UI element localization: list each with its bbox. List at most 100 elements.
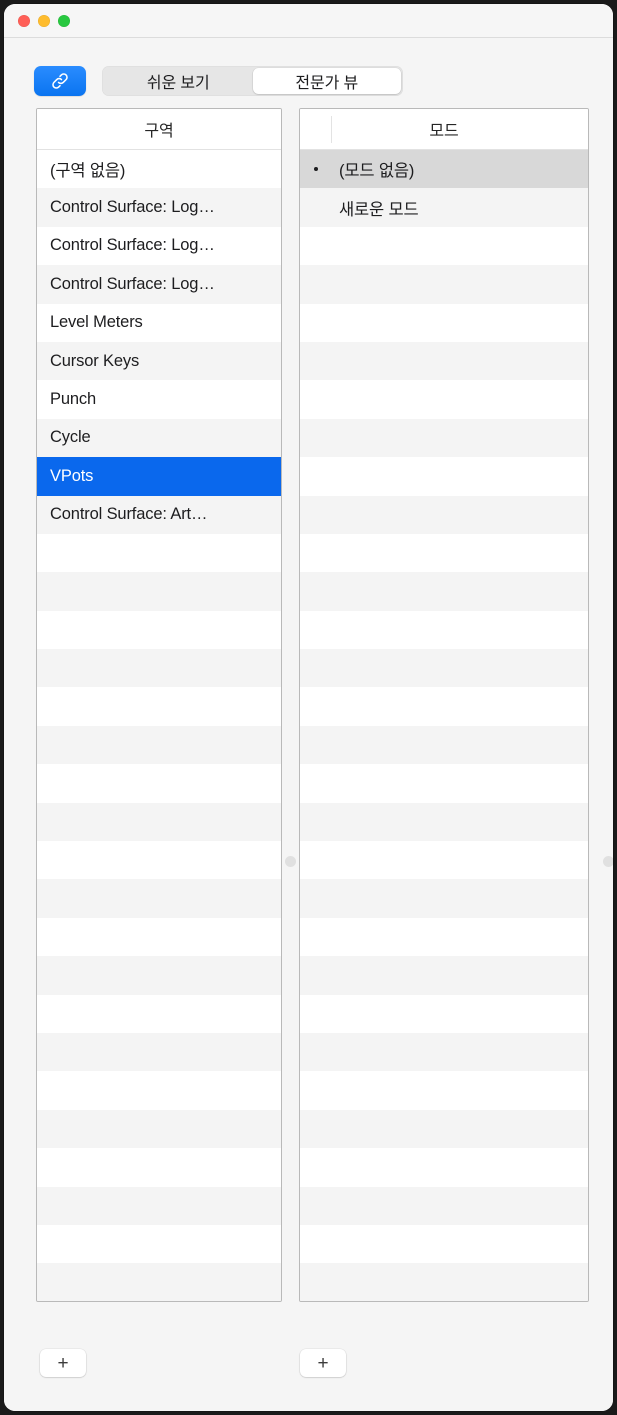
table-row[interactable] <box>37 802 281 842</box>
row-bullet-cell <box>300 935 331 939</box>
bullet-icon <box>314 1127 318 1131</box>
column-separator[interactable] <box>331 116 332 143</box>
row-bullet-cell <box>300 589 331 593</box>
row-label: VPots <box>50 466 94 485</box>
table-row[interactable] <box>300 994 588 1033</box>
table-row[interactable] <box>300 1148 588 1187</box>
minimize-button[interactable] <box>38 15 50 27</box>
row-label: Cursor Keys <box>50 351 140 370</box>
table-row[interactable] <box>37 841 281 880</box>
table-row[interactable] <box>37 1071 281 1110</box>
table-row-selected[interactable]: (모드 없음) <box>300 150 588 189</box>
bullet-icon <box>314 628 318 632</box>
table-row[interactable] <box>37 687 281 726</box>
table-row[interactable]: Level Meters <box>37 303 281 342</box>
table-row[interactable] <box>300 265 588 304</box>
table-row[interactable] <box>300 764 588 803</box>
zone-column-header[interactable]: 구역 <box>37 109 281 150</box>
tab-expert-view[interactable]: 전문가 뷰 <box>252 68 401 94</box>
table-row[interactable]: 새로운 모드 <box>300 188 588 227</box>
table-row[interactable] <box>37 1186 281 1225</box>
table-row[interactable] <box>37 1109 281 1149</box>
table-row[interactable]: Control Surface: Log… <box>37 265 281 304</box>
table-row[interactable] <box>300 533 588 573</box>
bullet-icon <box>314 1242 318 1246</box>
add-zone-button[interactable]: + <box>40 1349 86 1377</box>
close-button[interactable] <box>18 15 30 27</box>
table-row[interactable] <box>300 1263 588 1301</box>
bullet-icon <box>314 1089 318 1093</box>
table-row[interactable] <box>300 841 588 880</box>
row-label: Control Surface: Art… <box>50 505 208 524</box>
table-row[interactable] <box>300 1224 588 1264</box>
table-row[interactable] <box>300 649 588 688</box>
table-row[interactable] <box>300 879 588 918</box>
table-row[interactable] <box>300 457 588 496</box>
table-row[interactable] <box>37 725 281 765</box>
pane-resize-handle-middle[interactable] <box>285 856 296 867</box>
tab-easy-view[interactable]: 쉬운 보기 <box>104 68 253 94</box>
table-row-selected[interactable]: VPots <box>37 457 281 496</box>
zone-list-panel: 구역 (구역 없음) Control Surface: Log… Control S… <box>36 108 282 1302</box>
table-row[interactable] <box>300 802 588 842</box>
table-row[interactable] <box>300 341 588 381</box>
link-toggle-button[interactable] <box>34 66 86 96</box>
table-row[interactable] <box>300 226 588 266</box>
pane-resize-handle-right[interactable] <box>603 856 613 867</box>
mode-column-header[interactable]: 모드 <box>300 109 588 150</box>
row-bullet-cell <box>300 1089 331 1093</box>
view-mode-segmented-control[interactable]: 쉬운 보기 전문가 뷰 <box>102 66 403 96</box>
table-row[interactable] <box>300 1032 588 1072</box>
bullet-icon <box>314 1165 318 1169</box>
zone-row-list[interactable]: (구역 없음) Control Surface: Log… Control Surf… <box>37 150 281 1301</box>
table-row[interactable]: Control Surface: Log… <box>37 226 281 266</box>
add-mode-button[interactable]: + <box>300 1349 346 1377</box>
bullet-icon <box>314 935 318 939</box>
table-row[interactable] <box>37 956 281 995</box>
bullet-icon <box>314 206 318 210</box>
table-row[interactable] <box>37 610 281 650</box>
table-row[interactable] <box>300 956 588 995</box>
table-row[interactable] <box>300 1109 588 1149</box>
row-bullet-cell <box>300 244 331 248</box>
table-row[interactable]: (구역 없음) <box>37 150 281 189</box>
table-row[interactable]: Cycle <box>37 418 281 458</box>
table-row[interactable] <box>300 687 588 726</box>
table-row[interactable] <box>300 917 588 957</box>
bullet-icon <box>314 244 318 248</box>
row-label: Level Meters <box>50 313 143 332</box>
bullet-icon <box>314 1281 318 1285</box>
mode-column-header-label: 모드 <box>429 123 459 140</box>
table-row[interactable] <box>37 1148 281 1187</box>
table-row[interactable] <box>37 1263 281 1301</box>
table-row[interactable]: Punch <box>37 380 281 419</box>
table-row[interactable] <box>37 649 281 688</box>
table-row[interactable] <box>37 1032 281 1072</box>
table-row[interactable] <box>300 380 588 419</box>
table-row[interactable] <box>37 994 281 1033</box>
table-row[interactable] <box>300 303 588 342</box>
table-row[interactable]: Cursor Keys <box>37 341 281 381</box>
table-row[interactable]: Control Surface: Art… <box>37 495 281 534</box>
table-row[interactable] <box>37 764 281 803</box>
bullet-icon <box>314 1050 318 1054</box>
row-bullet-cell <box>300 167 331 172</box>
table-row[interactable] <box>300 495 588 534</box>
table-row[interactable] <box>37 572 281 611</box>
table-row[interactable] <box>300 610 588 650</box>
table-row[interactable] <box>37 879 281 918</box>
table-row[interactable] <box>300 1071 588 1110</box>
table-row[interactable] <box>300 418 588 458</box>
table-row[interactable] <box>37 533 281 573</box>
table-row[interactable] <box>300 1186 588 1225</box>
table-row[interactable] <box>37 1224 281 1264</box>
table-row[interactable] <box>300 725 588 765</box>
mode-row-list[interactable]: (모드 없음) 새로운 모드 <box>300 150 588 1301</box>
footer: + + <box>4 1328 613 1411</box>
row-bullet-cell <box>300 513 331 517</box>
zoom-button[interactable] <box>58 15 70 27</box>
table-row[interactable]: Control Surface: Log… <box>37 188 281 227</box>
table-row[interactable] <box>37 917 281 957</box>
table-row[interactable] <box>300 572 588 611</box>
bullet-icon <box>314 282 318 286</box>
